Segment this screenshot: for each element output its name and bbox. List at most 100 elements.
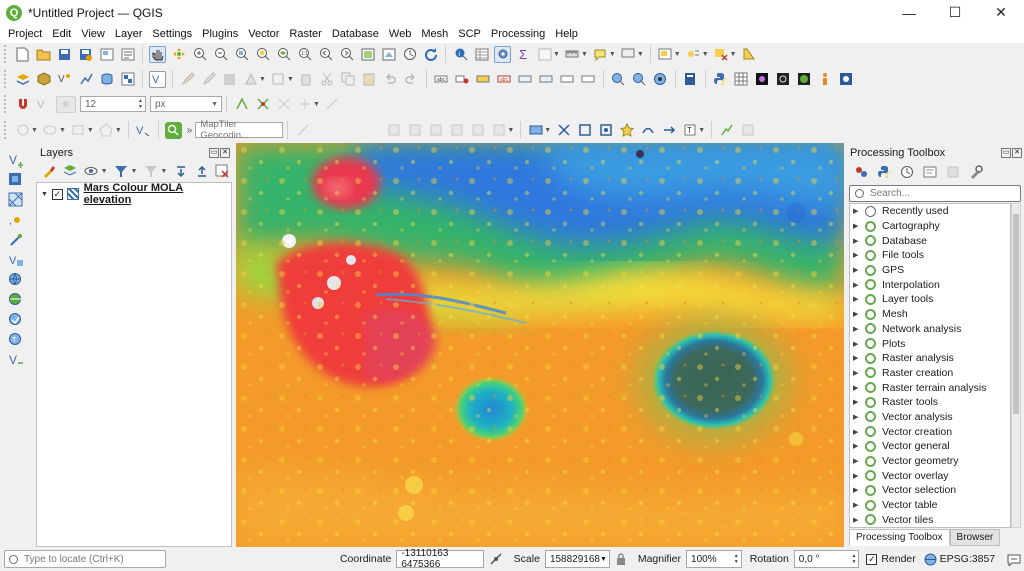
processing-search-input[interactable]: Search... — [849, 185, 1021, 202]
processing-options-icon[interactable] — [967, 164, 984, 181]
float-panel-icon[interactable]: ▭ — [209, 148, 219, 158]
new-project-icon[interactable] — [14, 46, 31, 63]
edit-features-in-place-icon[interactable] — [944, 164, 961, 181]
list-item-recently-used[interactable]: ▶ Recently used — [850, 204, 1010, 219]
add-delimited-text-icon[interactable]: , — [8, 211, 25, 228]
snap-type-icon[interactable] — [56, 95, 76, 113]
add-wmts-layer-icon[interactable]: T — [8, 331, 25, 348]
delete-selected-icon[interactable] — [298, 71, 315, 88]
menu-raster[interactable]: Raster — [284, 28, 326, 40]
locator-search-icon[interactable] — [164, 121, 182, 139]
list-item[interactable]: ▶ Vector general — [850, 439, 1010, 454]
list-item[interactable]: ▶ Database — [850, 233, 1010, 248]
list-item[interactable]: ▶ Network analysis — [850, 322, 1010, 337]
results-viewer-icon[interactable] — [921, 164, 938, 181]
layer-row[interactable]: ▼ ✓ Mars Colour MOLA elevation — [37, 182, 231, 206]
menu-mesh[interactable]: Mesh — [416, 28, 453, 40]
save-project-icon[interactable] — [56, 46, 73, 63]
history-icon[interactable] — [898, 164, 915, 181]
move-label-icon[interactable] — [517, 71, 534, 88]
paste-features-icon[interactable] — [361, 71, 378, 88]
zoom-in-icon[interactable] — [191, 46, 208, 63]
chevron-more-icon[interactable]: » — [187, 125, 193, 136]
snap-intersection-icon[interactable] — [254, 96, 271, 113]
edit-offset-icon[interactable] — [385, 122, 402, 139]
list-item[interactable]: ▶ Vector table — [850, 498, 1010, 513]
reshape-icon[interactable] — [294, 122, 311, 139]
coordinate-field[interactable]: -13110163 6475366 — [396, 548, 484, 570]
plugin-grid-icon[interactable] — [733, 71, 750, 88]
zoom-out-icon[interactable] — [212, 46, 229, 63]
menu-layer[interactable]: Layer — [110, 28, 148, 40]
spinner-arrows-icon[interactable]: ▲ ▼ — [138, 98, 145, 110]
node-tool-icon[interactable] — [555, 122, 572, 139]
tab-processing-toolbox[interactable]: Processing Toolbox — [849, 529, 950, 546]
new-3d-map-icon[interactable] — [380, 46, 397, 63]
label-tool-icon[interactable]: abc — [433, 71, 450, 88]
identify-icon[interactable]: i — [452, 46, 469, 63]
temporal-controller-icon[interactable] — [401, 46, 418, 63]
align-icon[interactable] — [527, 122, 544, 139]
add-raster-layer-icon[interactable] — [8, 171, 25, 188]
menu-help[interactable]: Help — [550, 28, 583, 40]
toggle-extents-icon[interactable] — [488, 551, 505, 568]
menu-settings[interactable]: Settings — [147, 28, 197, 40]
snap-vertex-icon[interactable]: V — [35, 96, 52, 113]
menu-vector[interactable]: Vector — [243, 28, 284, 40]
select-by-value-icon[interactable] — [685, 46, 702, 63]
list-item[interactable]: ▶ GPS — [850, 263, 1010, 278]
add-virtual-layer-icon[interactable]: V — [8, 251, 25, 268]
shape-ellipse-icon[interactable] — [42, 122, 59, 139]
locator-input[interactable]: Type to locate (Ctrl+K) — [4, 550, 166, 568]
zoom-to-selection-icon[interactable] — [254, 46, 271, 63]
add-vector-layer-icon[interactable]: V — [8, 151, 25, 168]
undo-icon[interactable] — [382, 71, 399, 88]
snapping-size-spinbox[interactable]: 12 ▲ ▼ — [80, 96, 146, 112]
filter-legend-icon[interactable] — [114, 163, 129, 180]
copy-features-icon[interactable] — [340, 71, 357, 88]
menu-plugins[interactable]: Plugins — [197, 28, 243, 40]
collapse-all-icon[interactable] — [194, 163, 209, 180]
measure-icon[interactable] — [564, 46, 581, 63]
zoom-native-icon[interactable]: 1:1 — [296, 46, 313, 63]
annotation-icon[interactable] — [620, 46, 637, 63]
expand-all-icon[interactable] — [173, 163, 188, 180]
render-checkbox[interactable]: ✓ — [866, 553, 878, 565]
georeference-icon[interactable] — [718, 122, 735, 139]
add-wcs-layer-icon[interactable] — [8, 291, 25, 308]
add-mesh-layer-icon[interactable] — [8, 191, 25, 208]
pin-labels-icon[interactable] — [454, 71, 471, 88]
list-item[interactable]: ▶ Cartography — [850, 219, 1010, 234]
attribute-table-icon[interactable] — [536, 46, 553, 63]
remove-layer-icon[interactable] — [215, 163, 230, 180]
save-as-icon[interactable] — [77, 46, 94, 63]
scripts-icon[interactable] — [875, 164, 892, 181]
map-canvas[interactable] — [236, 143, 844, 547]
maximize-button[interactable]: ☐ — [932, 0, 978, 25]
python-console-icon[interactable] — [712, 71, 729, 88]
open-project-icon[interactable] — [35, 46, 52, 63]
close-panel-icon[interactable]: ✕ — [220, 148, 230, 158]
list-item[interactable]: ▶ Interpolation — [850, 277, 1010, 292]
close-button[interactable]: ✕ — [978, 0, 1024, 25]
save-edits-icon[interactable] — [221, 71, 238, 88]
list-item[interactable]: ▶ Vector tiles — [850, 512, 1010, 527]
raster-calc-icon[interactable] — [739, 122, 756, 139]
menu-web[interactable]: Web — [384, 28, 416, 40]
list-item[interactable]: ▶ Vector geometry — [850, 454, 1010, 469]
pan-to-selection-icon[interactable] — [170, 46, 187, 63]
list-item[interactable]: ▶ Vector overlay — [850, 468, 1010, 483]
new-virtual-layer-icon[interactable] — [119, 71, 136, 88]
change-label-icon[interactable] — [559, 71, 576, 88]
menu-database[interactable]: Database — [327, 28, 384, 40]
list-item[interactable]: ▶ Raster creation — [850, 366, 1010, 381]
plugin-satellite-icon[interactable] — [838, 71, 855, 88]
edit-merge-icon[interactable] — [427, 122, 444, 139]
menu-processing[interactable]: Processing — [486, 28, 550, 40]
list-item[interactable]: ▶ Raster tools — [850, 395, 1010, 410]
models-icon[interactable] — [852, 164, 869, 181]
list-item[interactable]: ▶ Vector creation — [850, 424, 1010, 439]
scrollbar-thumb[interactable] — [1013, 214, 1019, 414]
zoom-next-icon[interactable] — [338, 46, 355, 63]
toggle-editing-icon[interactable] — [179, 71, 196, 88]
